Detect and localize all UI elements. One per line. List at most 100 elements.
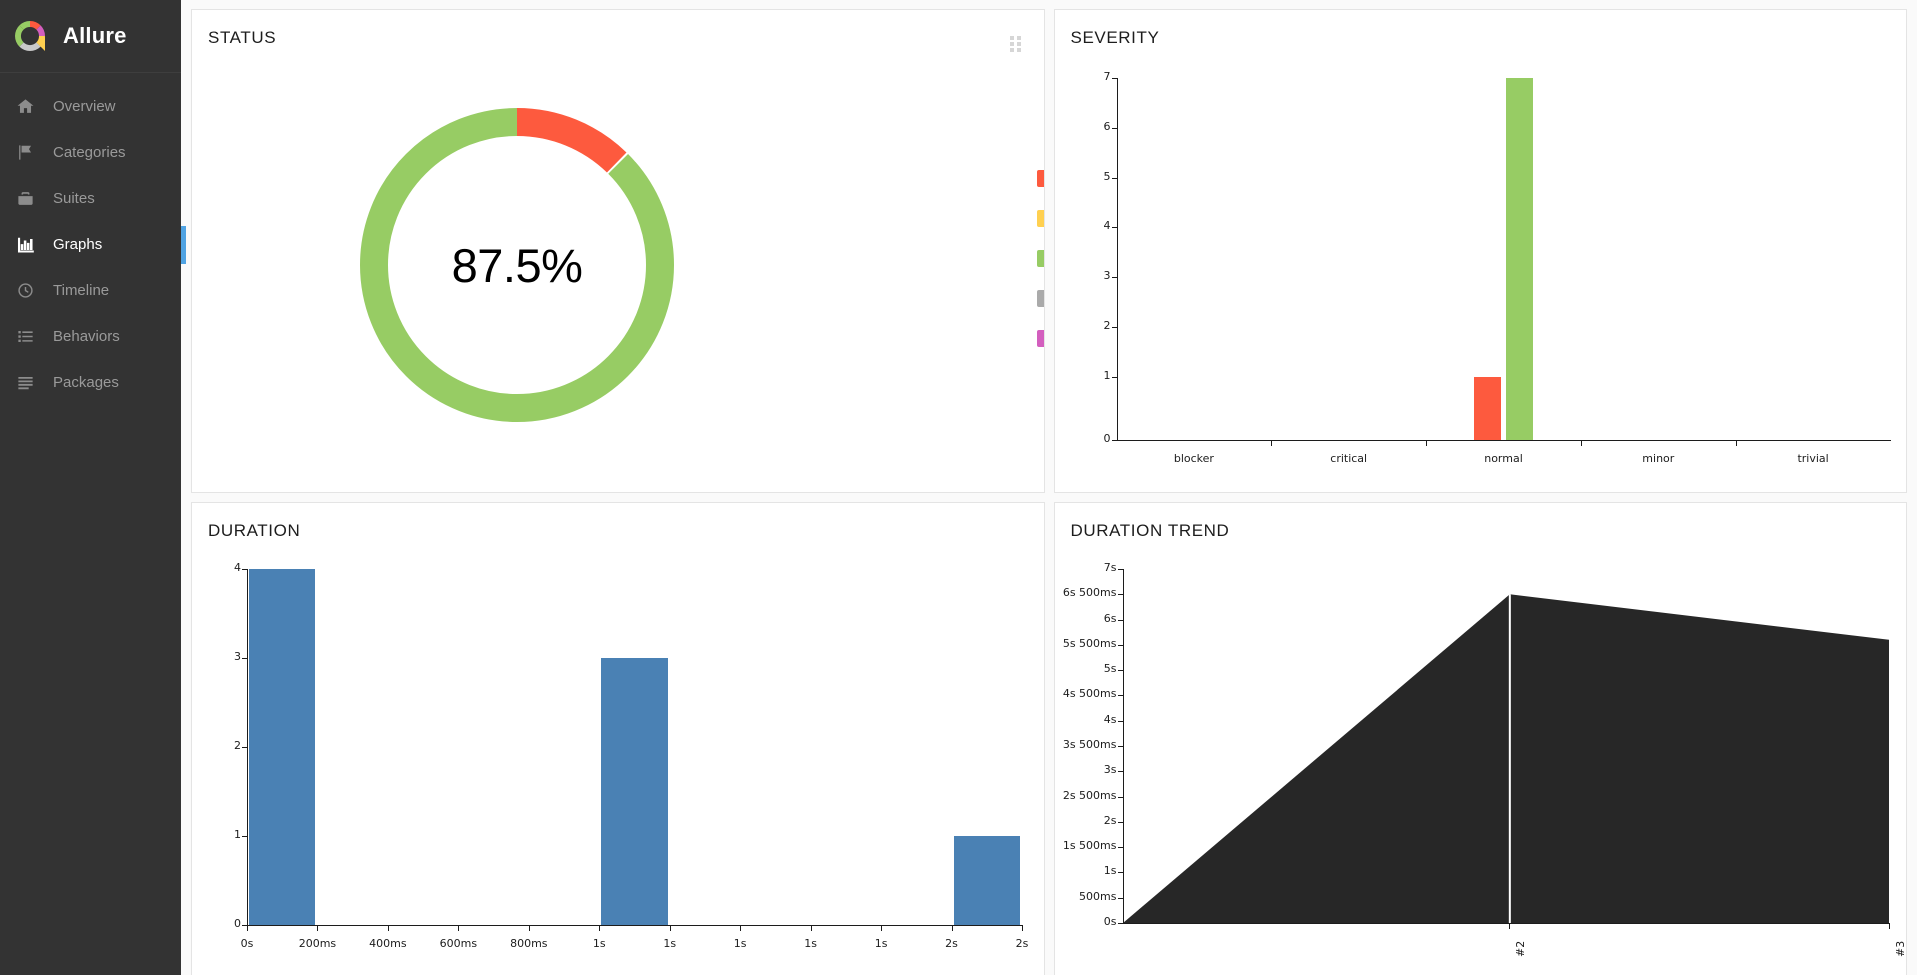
duration-bar[interactable] xyxy=(601,658,668,925)
severity-x-tick-label: normal xyxy=(1484,452,1523,465)
duration-x-tick-label: 1s xyxy=(733,937,747,950)
legend-item-broken[interactable]: Broken xyxy=(1037,198,1044,238)
severity-y-tick-label: 3 xyxy=(1103,269,1111,283)
home-icon xyxy=(14,95,36,117)
trend-x-axis xyxy=(1122,923,1889,924)
duration-x-tick-label: 2s xyxy=(945,937,958,950)
duration-y-tick-label: 2 xyxy=(234,739,241,752)
trend-area xyxy=(1055,557,1907,975)
sidebar: Allure Overview Categories Suites Graphs… xyxy=(0,0,186,975)
severity-chart[interactable]: 0 1 2 3 4 5 6 7 blocker critical normal minor trivia… xyxy=(1055,68,1907,488)
sidebar-item-label: Timeline xyxy=(53,281,110,299)
status-widget-title: STATUS xyxy=(208,28,277,47)
duration-bar[interactable] xyxy=(249,569,316,925)
severity-y-tick-label: 2 xyxy=(1103,318,1111,332)
duration-y-tick xyxy=(242,569,247,570)
legend-item-skipped[interactable]: Skipped xyxy=(1037,278,1044,318)
severity-x-tick xyxy=(1271,440,1273,446)
severity-x-tick xyxy=(1426,440,1428,446)
trend-y-tick-label: 2s 500ms xyxy=(1062,788,1117,802)
legend-swatch-broken xyxy=(1037,209,1044,227)
sidebar-item-suites[interactable]: Suites xyxy=(0,175,181,221)
severity-y-tick-label: 1 xyxy=(1103,368,1111,382)
severity-y-axis xyxy=(1116,78,1118,440)
trend-y-tick-label: 5s 500ms xyxy=(1062,636,1117,650)
duration-widget: DURATION 0 1 2 3 4 0s 200ms 400ms 600ms 800ms 1s 1s… xyxy=(191,502,1045,975)
bar-chart-icon xyxy=(14,233,36,255)
sidebar-nav: Overview Categories Suites Graphs Timeli… xyxy=(0,73,186,405)
legend-swatch-failed xyxy=(1037,169,1044,187)
duration-x-axis xyxy=(247,925,1022,926)
trend-y-tick-label: 3s 500ms xyxy=(1062,738,1117,751)
duration-x-tick-label: 800ms xyxy=(510,937,548,950)
sidebar-item-overview[interactable]: Overview xyxy=(0,83,181,129)
sidebar-item-categories[interactable]: Categories xyxy=(0,129,181,175)
duration-x-tick xyxy=(528,925,530,931)
sidebar-active-indicator xyxy=(181,226,186,264)
brand[interactable]: Allure xyxy=(0,0,181,73)
duration-y-axis xyxy=(247,569,248,925)
trend-x-tick xyxy=(1509,923,1511,929)
severity-bar[interactable] xyxy=(1506,78,1533,440)
trend-y-axis xyxy=(1122,569,1124,923)
trend-y-tick xyxy=(1117,771,1123,773)
duration-chart[interactable]: 0 1 2 3 4 0s 200ms 400ms 600ms 800ms 1s 1s 1s 1s 1s 2s 2… xyxy=(192,557,1044,975)
sidebar-item-label: Packages xyxy=(53,373,119,391)
duration-y-tick-label: 0 xyxy=(234,917,241,930)
trend-y-tick xyxy=(1117,569,1123,570)
flag-icon xyxy=(14,141,36,163)
duration-x-tick xyxy=(1022,925,1023,931)
duration-y-tick-label: 3 xyxy=(234,650,241,663)
duration-bar[interactable] xyxy=(953,836,1020,925)
trend-y-tick-label: 6s 500ms xyxy=(1062,586,1117,600)
briefcase-icon xyxy=(14,187,36,209)
duration-widget-title: DURATION xyxy=(208,521,301,540)
duration-x-tick-label: 400ms xyxy=(369,937,407,950)
trend-y-tick xyxy=(1117,796,1123,798)
severity-x-axis xyxy=(1116,440,1891,441)
brand-name: Allure xyxy=(63,23,127,48)
status-legend: Failed Broken Passed Skipped xyxy=(1037,158,1044,358)
trend-y-tick xyxy=(1117,847,1123,849)
trend-x-tick xyxy=(1888,923,1890,929)
sidebar-item-timeline[interactable]: Timeline xyxy=(0,267,181,313)
trend-x-tick-label: #2 xyxy=(1514,940,1528,957)
legend-item-failed[interactable]: Failed xyxy=(1037,158,1044,198)
legend-item-passed[interactable]: Passed xyxy=(1037,238,1044,278)
severity-y-tick-label: 0 xyxy=(1103,432,1111,445)
sidebar-item-behaviors[interactable]: Behaviors xyxy=(0,313,181,359)
duration-x-tick-label: 1s xyxy=(663,937,677,950)
trend-y-tick xyxy=(1117,897,1123,899)
stack-icon xyxy=(14,371,36,393)
duration-x-tick xyxy=(951,925,953,931)
legend-swatch-skipped xyxy=(1037,289,1044,307)
trend-y-tick-label: 3s xyxy=(1103,763,1117,777)
severity-x-tick-label: trivial xyxy=(1797,452,1829,465)
trend-y-tick xyxy=(1117,821,1123,823)
sidebar-item-graphs[interactable]: Graphs xyxy=(0,221,186,267)
sidebar-item-label: Suites xyxy=(53,189,95,207)
severity-x-tick xyxy=(1735,440,1737,446)
dashboard-grid: STATUS 87.5% Failed xyxy=(181,0,1917,975)
trend-y-tick xyxy=(1117,670,1123,672)
trend-y-tick xyxy=(1117,644,1123,646)
duration-x-tick-label: 200ms xyxy=(298,937,337,950)
duration-x-tick xyxy=(458,925,460,931)
trend-y-tick xyxy=(1117,923,1123,924)
duration-trend-chart[interactable]: 7s 6s 500ms 6s 5s 500ms 5s 4s 500ms 4s 3s 500ms… xyxy=(1055,557,1907,975)
severity-y-tick xyxy=(1111,376,1117,378)
sidebar-item-packages[interactable]: Packages xyxy=(0,359,181,405)
status-donut[interactable]: 87.5% xyxy=(352,100,682,430)
legend-item-unknown[interactable]: Unknown xyxy=(1037,318,1044,358)
duration-x-tick xyxy=(810,925,812,931)
trend-y-tick-label: 1s xyxy=(1103,864,1117,878)
trend-y-tick-label: 5s xyxy=(1103,662,1117,676)
trend-y-tick xyxy=(1117,594,1123,596)
severity-x-tick-label: critical xyxy=(1330,452,1368,465)
duration-x-tick xyxy=(740,925,742,931)
severity-x-tick-label: blocker xyxy=(1173,452,1214,465)
severity-y-tick xyxy=(1111,227,1117,229)
severity-bar[interactable] xyxy=(1474,376,1501,440)
trend-y-tick-label: 1s 500ms xyxy=(1062,839,1117,853)
allure-report-page: Allure Overview Categories Suites Graphs… xyxy=(0,0,1917,975)
